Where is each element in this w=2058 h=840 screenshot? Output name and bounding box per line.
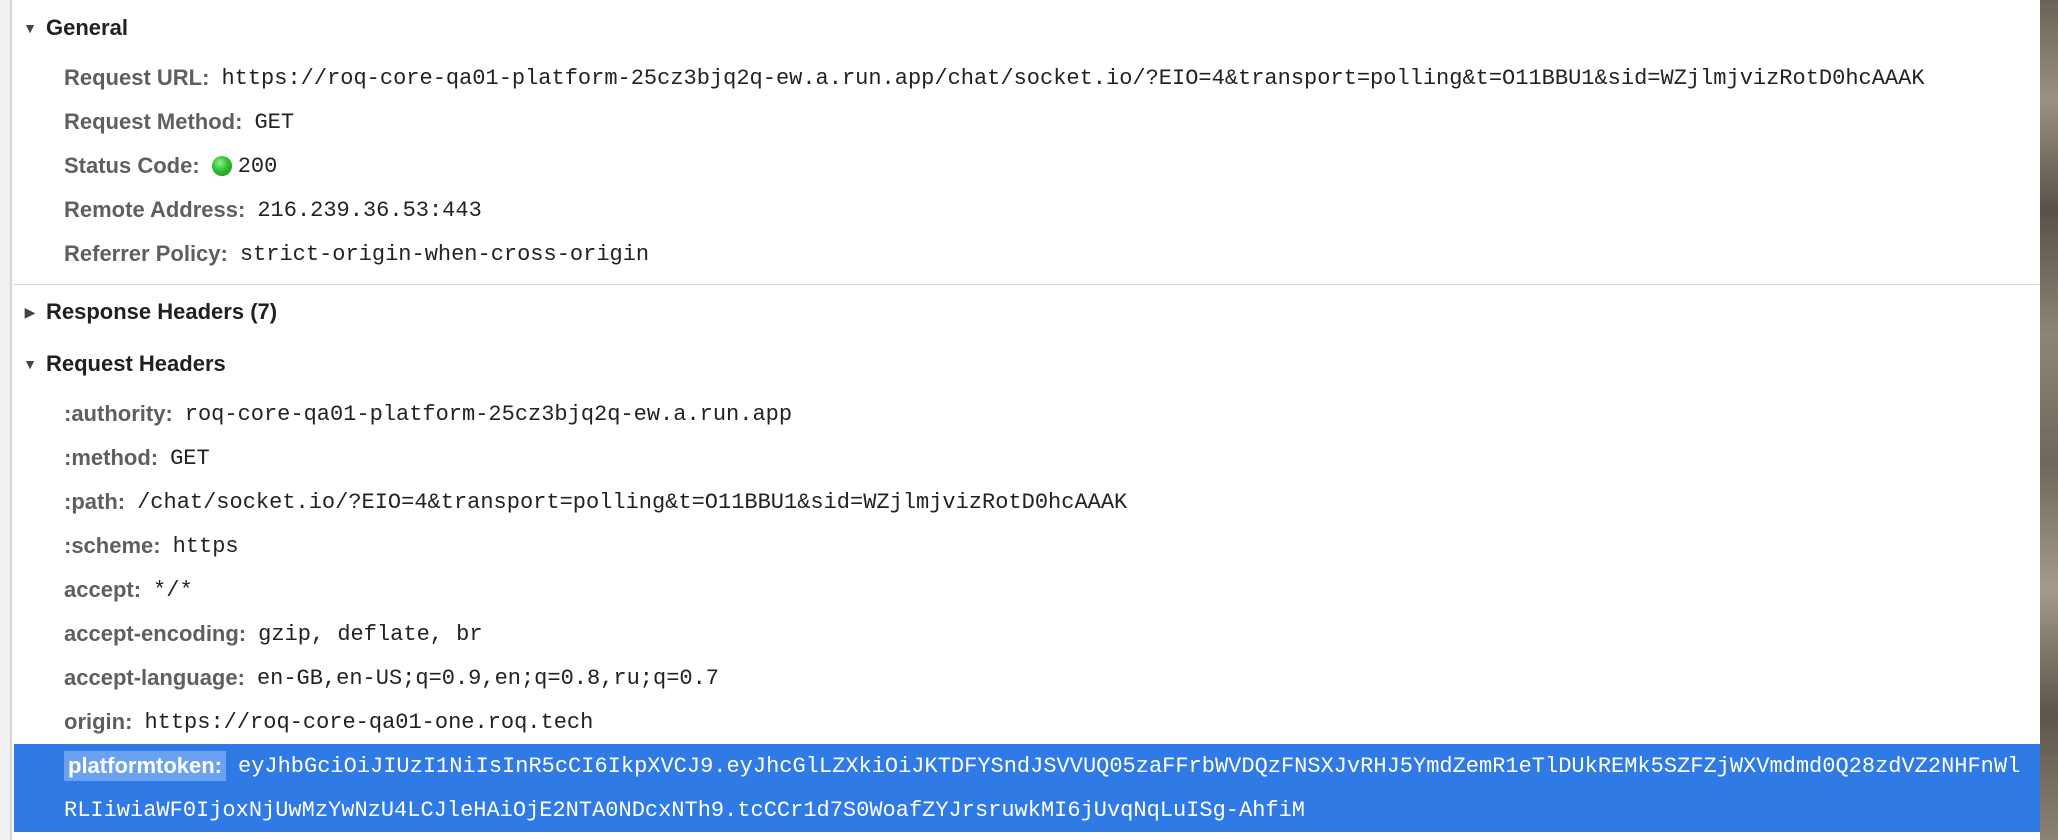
request-header-row-platformtoken-selected[interactable]: platformtoken: eyJhbGciOiJIUzI1NiIsInR5c… bbox=[14, 744, 2040, 832]
row-key: accept: bbox=[64, 577, 142, 602]
row-value-continued[interactable]: RLIiwiaWF0IjoxNjUwMzYwNzU4LCJleHAiOjE2NT… bbox=[64, 798, 1305, 823]
status-ok-icon bbox=[211, 156, 232, 176]
row-key: Request Method: bbox=[64, 109, 243, 134]
expanded-triangle-icon: ▼ bbox=[23, 356, 37, 372]
row-key: :authority: bbox=[64, 401, 173, 426]
row-key: :method: bbox=[64, 445, 159, 470]
row-key: Request URL: bbox=[64, 65, 210, 90]
general-row-remote-address[interactable]: Remote Address: 216.239.36.53:443 bbox=[14, 188, 2040, 232]
row-value[interactable]: gzip, deflate, br bbox=[258, 622, 482, 647]
background-edge bbox=[2040, 0, 2058, 840]
request-headers-section-header[interactable]: ▼ Request Headers bbox=[14, 344, 226, 384]
request-header-row-accept[interactable]: accept: */* bbox=[14, 568, 2040, 612]
row-value[interactable]: https bbox=[173, 534, 239, 559]
row-key: :path: bbox=[64, 489, 126, 514]
request-header-row-path[interactable]: :path: /chat/socket.io/?EIO=4&transport=… bbox=[14, 480, 2040, 524]
row-key: accept-language: bbox=[64, 665, 245, 690]
row-key: Status Code: bbox=[64, 153, 200, 178]
request-headers-title: Request Headers bbox=[46, 351, 226, 376]
row-value[interactable]: eyJhbGciOiJIUzI1NiIsInR5cCI6IkpXVCJ9.eyJ… bbox=[238, 754, 2020, 779]
row-key: Referrer Policy: bbox=[64, 241, 228, 266]
left-gutter bbox=[0, 0, 12, 840]
request-header-row-scheme[interactable]: :scheme: https bbox=[14, 524, 2040, 568]
request-header-row-accept-encoding[interactable]: accept-encoding: gzip, deflate, br bbox=[14, 612, 2040, 656]
general-row-status-code[interactable]: Status Code: 200 bbox=[14, 144, 2040, 188]
row-value[interactable]: https://roq-core-qa01-platform-25cz3bjq2… bbox=[221, 66, 1924, 91]
section-divider bbox=[14, 284, 2040, 285]
row-value[interactable]: GET bbox=[170, 446, 210, 471]
general-title: General bbox=[46, 15, 128, 40]
platformtoken-line-1: platformtoken: eyJhbGciOiJIUzI1NiIsInR5c… bbox=[14, 744, 2020, 788]
general-row-request-method[interactable]: Request Method: GET bbox=[14, 100, 2040, 144]
headers-panel: ▼ General Request URL: https://roq-core-… bbox=[14, 0, 2040, 840]
row-key-highlighted[interactable]: platformtoken: bbox=[64, 751, 226, 781]
row-value[interactable]: GET bbox=[254, 110, 294, 135]
request-header-row-accept-language[interactable]: accept-language: en-GB,en-US;q=0.9,en;q=… bbox=[14, 656, 2040, 700]
row-key: origin: bbox=[64, 709, 133, 734]
row-value[interactable]: en-GB,en-US;q=0.9,en;q=0.8,ru;q=0.7 bbox=[257, 666, 719, 691]
row-key: Remote Address: bbox=[64, 197, 246, 222]
general-section-header[interactable]: ▼ General bbox=[14, 8, 128, 48]
row-value[interactable]: */* bbox=[153, 578, 193, 603]
row-value[interactable]: strict-origin-when-cross-origin bbox=[240, 242, 649, 267]
request-header-row-origin[interactable]: origin: https://roq-core-qa01-one.roq.te… bbox=[14, 700, 2040, 744]
row-value[interactable]: /chat/socket.io/?EIO=4&transport=polling… bbox=[137, 490, 1127, 515]
row-value[interactable]: 216.239.36.53:443 bbox=[257, 198, 481, 223]
collapsed-triangle-icon: ▶ bbox=[24, 303, 36, 320]
row-key: accept-encoding: bbox=[64, 621, 247, 646]
request-header-row-authority[interactable]: :authority: roq-core-qa01-platform-25cz3… bbox=[14, 392, 2040, 436]
response-headers-section-header[interactable]: ▶ Response Headers (7) bbox=[14, 292, 277, 332]
expanded-triangle-icon: ▼ bbox=[23, 20, 37, 36]
platformtoken-line-2: RLIiwiaWF0IjoxNjUwMzYwNzU4LCJleHAiOjE2NT… bbox=[14, 788, 1305, 832]
row-value[interactable]: https://roq-core-qa01-one.roq.tech bbox=[144, 710, 593, 735]
row-value[interactable]: 200 bbox=[238, 154, 278, 179]
request-header-row-method[interactable]: :method: GET bbox=[14, 436, 2040, 480]
general-row-request-url[interactable]: Request URL: https://roq-core-qa01-platf… bbox=[14, 56, 2040, 100]
row-value[interactable]: roq-core-qa01-platform-25cz3bjq2q-ew.a.r… bbox=[185, 402, 792, 427]
row-key: :scheme: bbox=[64, 533, 161, 558]
general-row-referrer-policy[interactable]: Referrer Policy: strict-origin-when-cros… bbox=[14, 232, 2040, 276]
response-headers-title: Response Headers (7) bbox=[46, 299, 278, 324]
